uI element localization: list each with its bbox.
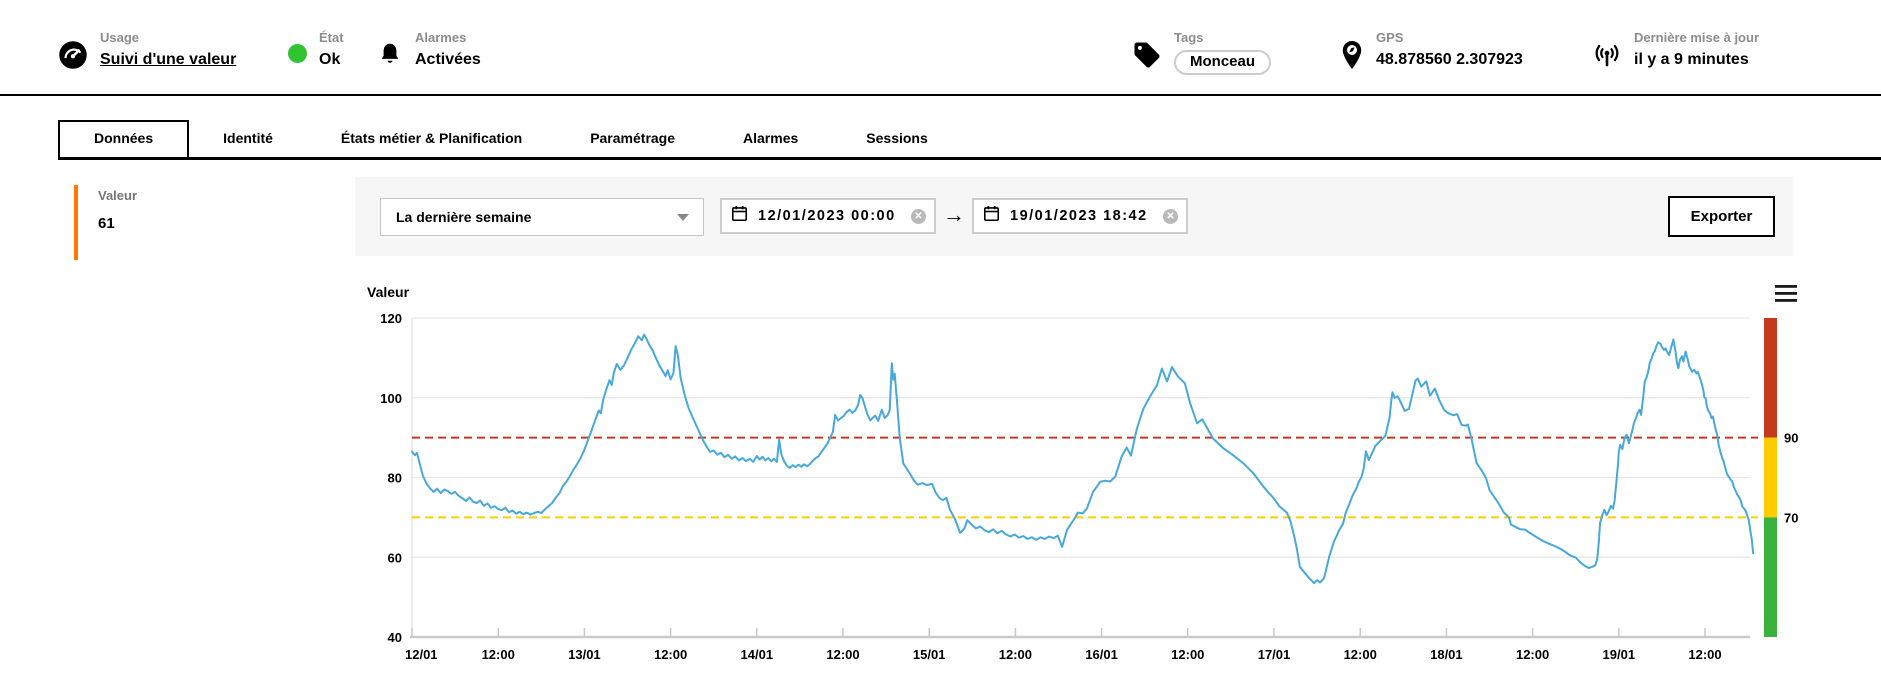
gps-label: GPS (1376, 30, 1523, 46)
device-monitoring-page: { "header": { "usage": {"label": "Usage"… (0, 0, 1881, 680)
y-tick-label: 40 (388, 630, 402, 645)
tab-bar: DonnéesIdentitéÉtats métier & Planificat… (0, 94, 1881, 160)
date-from-input[interactable]: 12/01/2023 00:00 ✕ (720, 198, 936, 234)
x-tick-label: 18/01 (1430, 647, 1463, 662)
x-tick-label: 12:00 (826, 647, 859, 662)
x-tick-label: 19/01 (1603, 647, 1636, 662)
clear-date-to-icon[interactable]: ✕ (1163, 209, 1178, 224)
x-tick-label: 12:00 (1516, 647, 1549, 662)
export-button[interactable]: Exporter (1668, 196, 1775, 237)
tab-param-trage[interactable]: Paramétrage (556, 122, 709, 157)
last-update-info: Dernière mise à jour il y a 9 minutes (1592, 30, 1759, 71)
date-to-value: 19/01/2023 18:42 (1010, 208, 1154, 224)
x-tick-label: 12:00 (654, 647, 687, 662)
gps-info: GPS 48.878560 2.307923 (1340, 30, 1523, 71)
value-line (412, 335, 1753, 584)
x-tick-label: 12:00 (1344, 647, 1377, 662)
x-tick-label: 12:00 (482, 647, 515, 662)
usage-info: Usage Suivi d'une valeur (58, 30, 236, 71)
calendar-icon (982, 204, 1001, 228)
antenna-icon (1592, 40, 1622, 70)
chart-title: Valeur (367, 284, 410, 300)
x-tick-label: 12:00 (1688, 647, 1721, 662)
x-tick-label: 12:00 (999, 647, 1032, 662)
clear-date-from-icon[interactable]: ✕ (911, 209, 926, 224)
metric-value: 61 (98, 215, 137, 232)
gauge-zone (1764, 438, 1777, 518)
y-tick-label: 120 (380, 311, 402, 326)
filter-bar: La dernière semaine 12/01/2023 00:00 ✕ →… (355, 177, 1793, 256)
tags-info: Tags Monceau (1132, 30, 1271, 75)
status-ok-icon (288, 44, 307, 63)
x-tick-label: 17/01 (1258, 647, 1291, 662)
date-from-value: 12/01/2023 00:00 (758, 208, 902, 224)
bell-icon (377, 40, 403, 68)
usage-link[interactable]: Suivi d'une valeur (100, 49, 236, 71)
gps-coordinates: 48.878560 2.307923 (1376, 49, 1523, 71)
y-tick-label: 80 (388, 471, 402, 486)
alarms-value: Activées (415, 49, 481, 71)
tab--tats-m-tier-planification[interactable]: États métier & Planification (307, 122, 556, 157)
period-select-value: La dernière semaine (396, 209, 677, 225)
gauge-threshold-label: 90 (1784, 431, 1798, 446)
y-tick-label: 100 (380, 391, 402, 406)
x-tick-label: 12/01 (405, 647, 438, 662)
status-label: État (319, 30, 344, 46)
alarms-label: Alarmes (415, 30, 481, 46)
tab-sessions[interactable]: Sessions (832, 122, 961, 157)
tags-label: Tags (1174, 30, 1271, 46)
gauge-icon (58, 40, 88, 70)
alarms-info: Alarmes Activées (377, 30, 481, 71)
period-select[interactable]: La dernière semaine (380, 198, 704, 236)
x-tick-label: 15/01 (913, 647, 946, 662)
tag-chip[interactable]: Monceau (1174, 50, 1271, 75)
usage-label: Usage (100, 30, 236, 46)
last-update-value: il y a 9 minutes (1634, 49, 1759, 71)
x-tick-label: 13/01 (568, 647, 601, 662)
calendar-icon (730, 204, 749, 228)
tab-identit-[interactable]: Identité (189, 122, 307, 157)
gauge-threshold-label: 70 (1784, 510, 1798, 525)
chart-menu-icon[interactable] (1775, 285, 1797, 302)
date-to-input[interactable]: 19/01/2023 18:42 ✕ (972, 198, 1188, 234)
status-value: Ok (319, 49, 344, 71)
gauge-zone (1764, 517, 1777, 637)
tab-alarmes[interactable]: Alarmes (709, 122, 832, 157)
gauge-zone (1764, 318, 1777, 438)
x-tick-label: 16/01 (1085, 647, 1118, 662)
sidebar-metric-valeur[interactable]: Valeur 61 (74, 185, 137, 260)
y-tick-label: 60 (388, 550, 402, 565)
status-info: État Ok (288, 30, 344, 71)
tag-icon (1132, 40, 1162, 70)
x-tick-label: 12:00 (1171, 647, 1204, 662)
value-timeseries-chart: Valeur 40 60 80 100 120 12/01 12:00 13/01 12:00 14… (355, 270, 1865, 680)
x-tick-label: 14/01 (741, 647, 774, 662)
range-arrow-icon: → (943, 202, 965, 228)
map-pin-icon (1340, 40, 1364, 70)
chevron-down-icon (677, 214, 689, 221)
tab-donn-es[interactable]: Données (58, 120, 189, 157)
metric-label: Valeur (98, 188, 137, 203)
last-update-label: Dernière mise à jour (1634, 30, 1759, 46)
